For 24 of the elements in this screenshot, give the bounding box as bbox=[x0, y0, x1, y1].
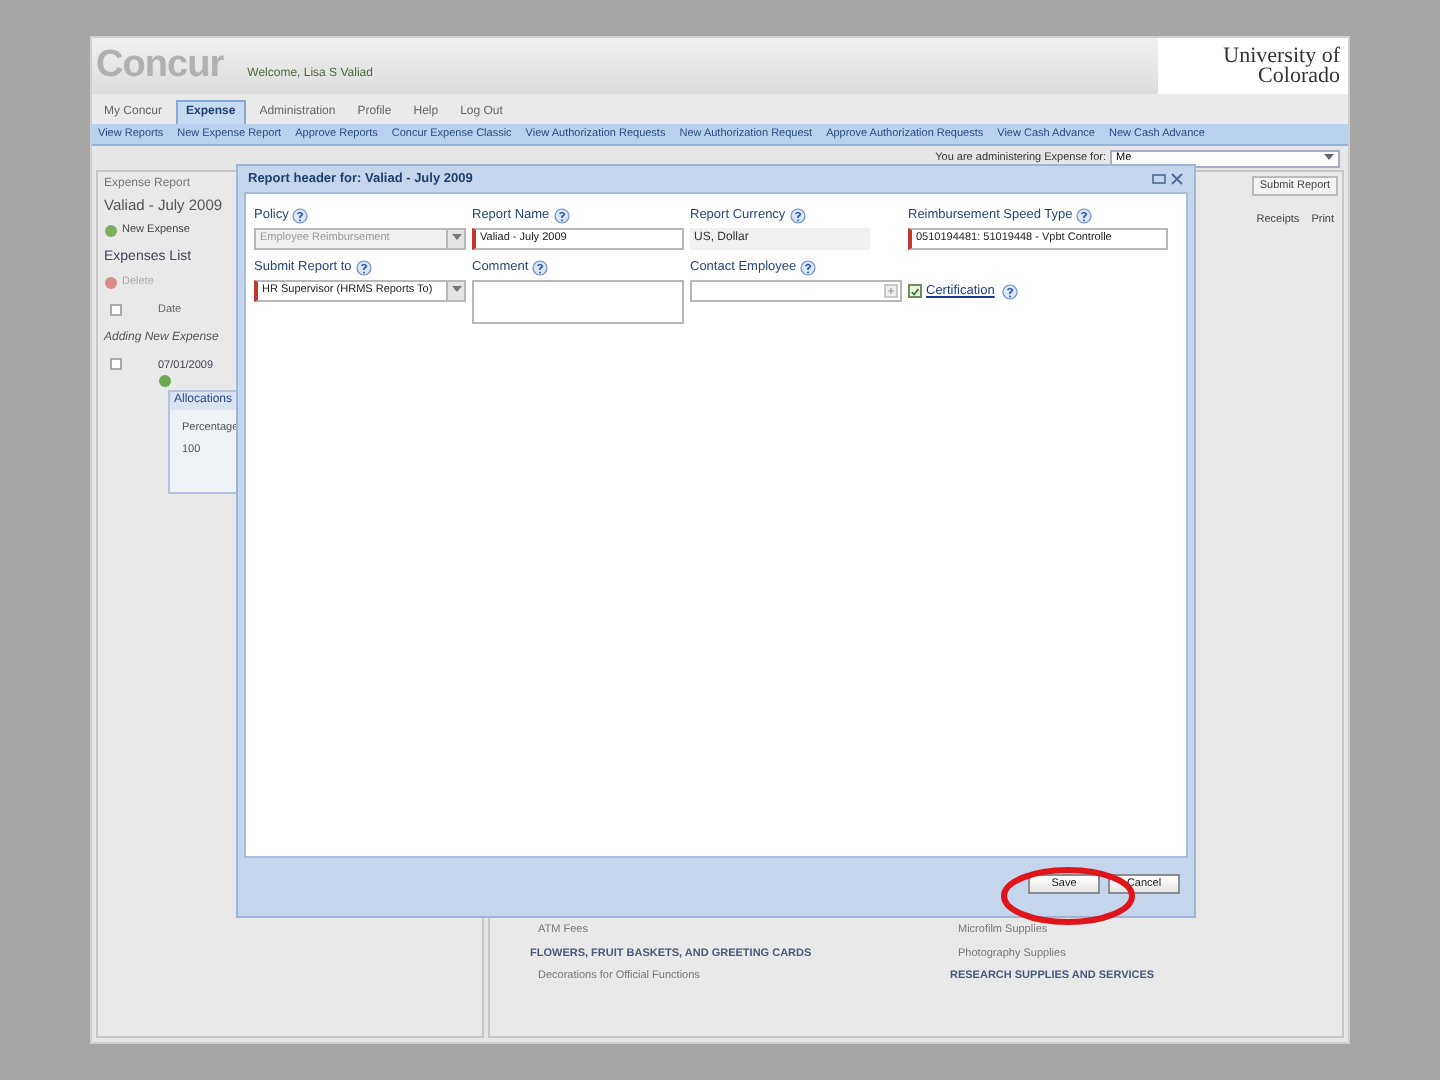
status-icon bbox=[158, 373, 172, 388]
add-icon bbox=[104, 223, 118, 238]
help-icon[interactable] bbox=[355, 259, 372, 276]
caret-icon bbox=[446, 281, 464, 299]
logo: Concur bbox=[96, 41, 224, 90]
select-all-checkbox[interactable] bbox=[110, 304, 122, 317]
university-name: Colorado bbox=[1258, 66, 1340, 86]
help-icon[interactable] bbox=[1002, 283, 1019, 300]
lookup-field[interactable] bbox=[690, 279, 902, 301]
help-icon[interactable] bbox=[553, 207, 570, 224]
help-icon[interactable] bbox=[532, 259, 549, 276]
close-icon[interactable] bbox=[1170, 172, 1184, 186]
caret-icon bbox=[446, 229, 464, 248]
minimize-icon[interactable] bbox=[1152, 172, 1166, 186]
university-name: University of bbox=[1223, 46, 1340, 66]
caret-icon bbox=[1324, 154, 1334, 162]
help-icon[interactable] bbox=[800, 259, 817, 276]
help-icon[interactable] bbox=[292, 207, 309, 224]
delete-icon bbox=[104, 275, 118, 290]
row-checkbox[interactable] bbox=[110, 357, 122, 369]
checkbox[interactable] bbox=[908, 284, 922, 299]
help-icon[interactable] bbox=[1076, 207, 1093, 224]
help-icon[interactable] bbox=[789, 207, 806, 224]
comment-field[interactable] bbox=[472, 279, 684, 323]
